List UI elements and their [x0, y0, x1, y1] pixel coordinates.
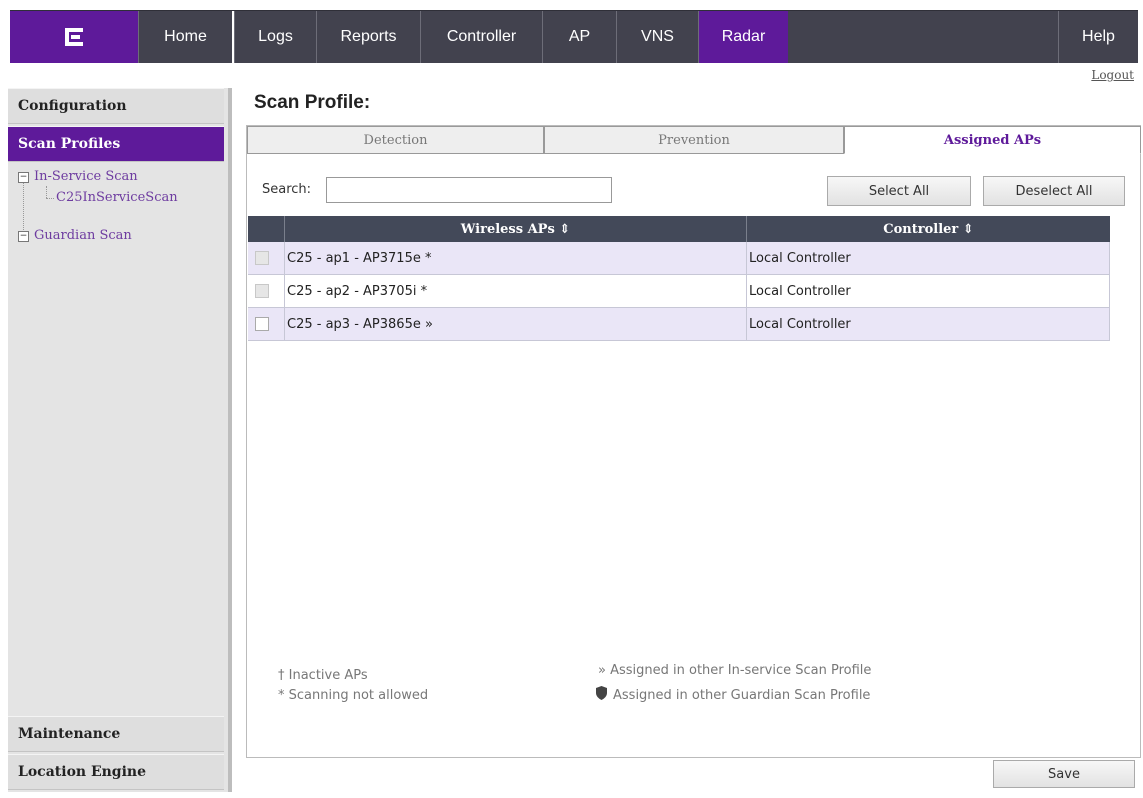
tree-item-guardian-scan[interactable]: Guardian Scan — [34, 228, 132, 243]
controller-cell: Local Controller — [746, 242, 1110, 274]
table-row[interactable]: C25 - ap1 - AP3715e * Local Controller — [248, 242, 1110, 275]
row-checkbox — [255, 251, 269, 265]
row-checkbox[interactable] — [255, 317, 269, 331]
nav-ap[interactable]: AP — [542, 11, 616, 63]
controller-cell: Local Controller — [746, 275, 1110, 307]
select-all-button[interactable]: Select All — [827, 176, 971, 206]
nav-logs[interactable]: Logs — [234, 11, 316, 63]
sidebar-configuration[interactable]: Configuration — [8, 88, 224, 124]
shield-icon — [596, 686, 607, 700]
nav-reports[interactable]: Reports — [316, 11, 420, 63]
nav-vns[interactable]: VNS — [616, 11, 698, 63]
legend-inactive: † Inactive APs — [278, 668, 368, 683]
tree-connector — [23, 183, 24, 236]
table-row[interactable]: C25 - ap3 - AP3865e » Local Controller — [248, 308, 1110, 341]
row-checkbox — [255, 284, 269, 298]
tree-item-in-service-scan[interactable]: In-Service Scan — [34, 169, 138, 184]
tree-connector — [46, 186, 47, 198]
tab-assigned-aps[interactable]: Assigned APs — [844, 126, 1141, 154]
nav-bar: Home Logs Reports Controller AP VNS Rada… — [10, 10, 1138, 63]
legend-scanning-not-allowed: * Scanning not allowed — [278, 688, 429, 703]
tab-prevention[interactable]: Prevention — [544, 126, 844, 154]
save-button[interactable]: Save — [993, 760, 1135, 788]
ap-name-cell: C25 - ap2 - AP3705i * — [284, 275, 746, 307]
nav-controller[interactable]: Controller — [420, 11, 542, 63]
search-input[interactable] — [326, 177, 612, 203]
collapse-in-service-icon[interactable]: − — [18, 172, 29, 183]
ap-name-cell: C25 - ap3 - AP3865e » — [284, 308, 746, 340]
tree-item-c25inservicescan[interactable]: C25InServiceScan — [56, 190, 178, 205]
nav-home[interactable]: Home — [138, 11, 232, 63]
deselect-all-button[interactable]: Deselect All — [983, 176, 1125, 206]
column-header-controller[interactable]: Controller ⇕ — [746, 216, 1110, 242]
controller-cell: Local Controller — [746, 308, 1110, 340]
tab-detection[interactable]: Detection — [247, 126, 544, 154]
collapse-guardian-icon[interactable]: − — [18, 231, 29, 242]
brand-logo[interactable] — [10, 11, 138, 63]
table-header: Wireless APs ⇕ Controller ⇕ — [248, 216, 1110, 242]
extreme-logo-icon — [65, 28, 83, 46]
ap-name-cell: C25 - ap1 - AP3715e * — [284, 242, 746, 274]
sidebar-maintenance[interactable]: Maintenance — [8, 716, 224, 752]
nav-help[interactable]: Help — [1058, 11, 1138, 63]
logout-link[interactable]: Logout — [1091, 68, 1134, 82]
table-row[interactable]: C25 - ap2 - AP3705i * Local Controller — [248, 275, 1110, 308]
legend-guardian: Assigned in other Guardian Scan Profile — [613, 688, 871, 703]
top-navigation: Home Logs Reports Controller AP VNS Rada… — [0, 0, 1143, 82]
page-title: Scan Profile: — [254, 92, 371, 113]
nav-radar[interactable]: Radar — [698, 11, 788, 63]
tree-connector — [46, 198, 54, 199]
legend-in-service: » Assigned in other In-service Scan Prof… — [598, 663, 872, 678]
sidebar: Configuration Scan Profiles − In-Service… — [8, 88, 232, 792]
sidebar-location-engine[interactable]: Location Engine — [8, 754, 224, 790]
column-header-wireless-aps[interactable]: Wireless APs ⇕ — [284, 216, 746, 242]
sidebar-scan-profiles[interactable]: Scan Profiles — [8, 126, 224, 162]
search-label: Search: — [262, 182, 312, 197]
